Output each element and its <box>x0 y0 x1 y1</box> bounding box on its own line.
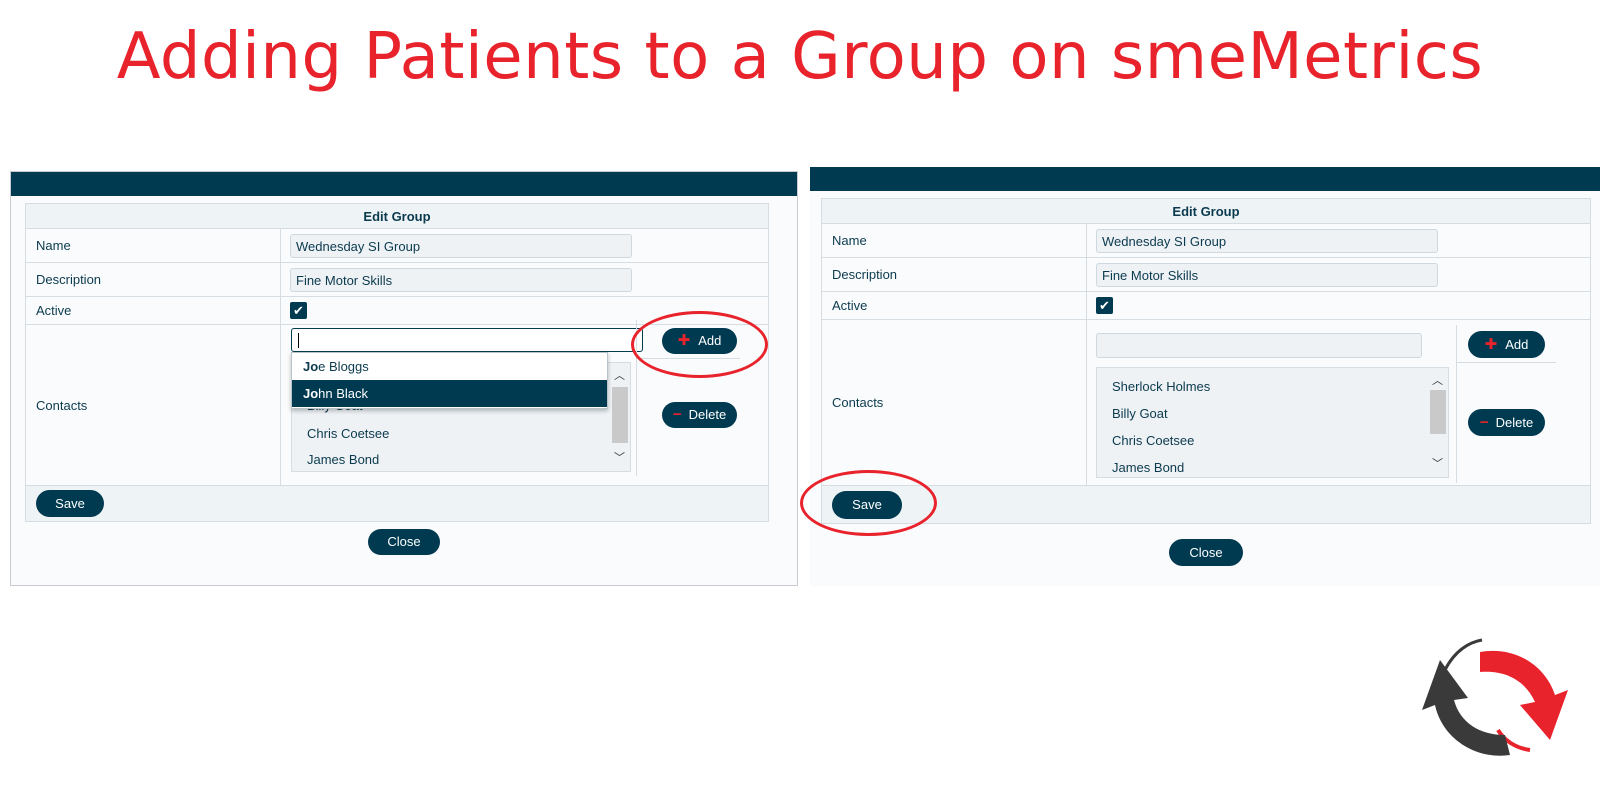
check-icon: ✔ <box>1099 298 1110 313</box>
delete-label: Delete <box>688 407 727 422</box>
description-input[interactable]: Fine Motor Skills <box>1096 262 1438 287</box>
add-button[interactable]: ✚ Add <box>1468 331 1545 358</box>
scroll-up-icon[interactable]: ︿ <box>1429 372 1446 388</box>
column-divider <box>1456 325 1457 483</box>
scroll-down-icon[interactable]: ﹀ <box>611 449 628 465</box>
save-button[interactable]: Save <box>36 490 104 517</box>
autocomplete-option[interactable]: Joe Bloggs <box>292 353 607 380</box>
plus-icon: ✚ <box>1484 336 1498 353</box>
scroll-up-icon[interactable]: ︿ <box>611 367 628 383</box>
edit-group-dialog-left: Edit Group Name Wednesday SI Group Descr… <box>10 171 798 586</box>
add-label: Add <box>1505 337 1529 352</box>
option-rest: e Bloggs <box>318 359 369 374</box>
option-match: Jo <box>303 359 319 374</box>
description-label: Description <box>821 257 1087 292</box>
form-heading: Edit Group <box>821 198 1591 224</box>
dialog-title-bar <box>11 172 797 196</box>
minus-icon: − <box>1479 414 1489 431</box>
contact-item[interactable]: Chris Coetsee <box>307 426 389 441</box>
contacts-listbox[interactable]: Sherlock Holmes Billy Goat Chris Coetsee… <box>1096 367 1449 478</box>
close-button[interactable]: Close <box>368 529 440 555</box>
autocomplete-option-selected[interactable]: John Black <box>292 380 607 407</box>
contact-search-input[interactable] <box>291 328 643 352</box>
delete-button[interactable]: − Delete <box>662 402 737 428</box>
highlight-add-ellipse <box>631 311 768 378</box>
dialog-title-bar <box>810 167 1600 191</box>
active-checkbox[interactable]: ✔ <box>1096 297 1113 314</box>
active-checkbox[interactable]: ✔ <box>290 302 307 319</box>
scrollbar-thumb[interactable] <box>612 387 628 443</box>
name-label: Name <box>25 228 281 263</box>
name-input[interactable]: Wednesday SI Group <box>290 233 632 258</box>
contacts-label: Contacts <box>25 324 281 486</box>
sync-arrows-logo <box>1422 638 1568 756</box>
contact-item[interactable]: Billy Goat <box>1112 406 1168 421</box>
contact-search-input[interactable] <box>1096 333 1422 358</box>
active-label: Active <box>821 291 1087 320</box>
contacts-label: Contacts <box>821 319 1087 486</box>
active-label: Active <box>25 296 281 325</box>
contact-item[interactable]: Sherlock Holmes <box>1112 379 1210 394</box>
edit-group-dialog-right: Edit Group Name Wednesday SI Group Descr… <box>810 167 1600 586</box>
contact-item[interactable]: James Bond <box>307 452 379 467</box>
text-cursor <box>298 333 299 348</box>
listbox-scrollbar[interactable]: ︿ ﹀ <box>1429 370 1446 475</box>
contact-item[interactable]: James Bond <box>1112 460 1184 475</box>
name-label: Name <box>821 223 1087 258</box>
listbox-scrollbar[interactable]: ︿ ﹀ <box>611 365 628 469</box>
form-heading: Edit Group <box>25 203 769 229</box>
check-icon: ✔ <box>293 303 304 318</box>
slide-title: Adding Patients to a Group on smeMetrics <box>116 20 1484 94</box>
row-divider <box>1456 362 1556 363</box>
contact-item[interactable]: Chris Coetsee <box>1112 433 1194 448</box>
delete-button[interactable]: − Delete <box>1468 409 1545 436</box>
delete-label: Delete <box>1495 415 1534 430</box>
highlight-save-ellipse <box>800 470 937 536</box>
scrollbar-thumb[interactable] <box>1430 390 1446 434</box>
description-input[interactable]: Fine Motor Skills <box>290 267 632 292</box>
name-input[interactable]: Wednesday SI Group <box>1096 228 1438 253</box>
description-label: Description <box>25 262 281 297</box>
autocomplete-dropdown: Joe Bloggs John Black <box>291 352 608 409</box>
minus-icon: − <box>672 406 682 423</box>
scroll-down-icon[interactable]: ﹀ <box>1429 455 1446 471</box>
close-button[interactable]: Close <box>1169 539 1243 566</box>
option-match: Jo <box>303 386 319 401</box>
option-rest: hn Black <box>318 386 369 401</box>
